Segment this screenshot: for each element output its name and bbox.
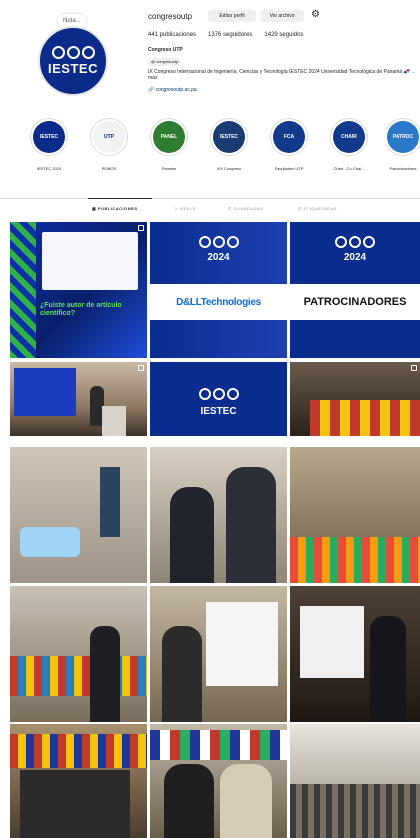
post-tile[interactable]: [150, 586, 287, 722]
profile-link-text: congresoutp.ac.pa: [155, 87, 197, 93]
post-tile[interactable]: [290, 724, 420, 838]
highlight-item[interactable]: IESTEC IESTEC 2024: [26, 118, 72, 171]
bio-text: IX Congreso Internacional de Ingeniería,…: [148, 69, 416, 81]
post-year: 2024: [207, 252, 230, 263]
highlight-cover: IESTEC: [213, 121, 245, 153]
post-tile[interactable]: [10, 724, 147, 838]
highlight-label: Patrocinadores: [389, 166, 417, 171]
pin-icon: [138, 225, 144, 231]
view-archive-button[interactable]: Ver archivo: [260, 10, 304, 22]
highlight-cover: PANEL: [153, 121, 185, 153]
highlight-label: Facultades UTP: [274, 166, 304, 171]
post-banner: PATROCINADORES: [290, 284, 420, 320]
following-count[interactable]: 1429 seguidos: [264, 32, 303, 38]
post-caption: IESTEC: [200, 406, 237, 417]
highlight-label: Chair - Co Chai...: [333, 166, 365, 171]
pin-icon: [411, 365, 417, 371]
tab-tagged[interactable]: ⊡ ETIQUETADAS: [298, 206, 337, 211]
post-tile[interactable]: [150, 447, 287, 583]
username: congresoutp: [148, 12, 193, 21]
highlight-cover: IESTEC: [33, 121, 65, 153]
post-tile[interactable]: [290, 362, 420, 436]
followers-count[interactable]: 1376 seguidores: [208, 32, 252, 38]
post-tile[interactable]: [10, 586, 147, 722]
highlight-label: IESTEC 2024: [36, 166, 62, 171]
highlight-item[interactable]: PANEL Paneles: [146, 118, 192, 171]
iestec-logo-icon: [51, 46, 95, 59]
highlight-item[interactable]: PATROC Patrocinadores: [386, 118, 420, 171]
profile-link[interactable]: 🔗 congresoutp.ac.pa: [148, 87, 197, 93]
tab-saved[interactable]: ⊡ GUARDADAS: [228, 206, 263, 211]
tab-divider: [0, 198, 420, 199]
highlight-label: Paneles: [161, 166, 177, 171]
threads-icon: @: [151, 59, 156, 64]
threads-badge[interactable]: @ congresoutp: [148, 58, 182, 66]
profile-stats: 441 publicaciones 1376 seguidores 1429 s…: [148, 32, 303, 38]
highlight-cover: UTP: [93, 121, 125, 153]
pin-icon: [138, 365, 144, 371]
highlight-cover: CHAIR: [333, 121, 365, 153]
tab-posts[interactable]: ▦ PUBLICACIONES: [92, 206, 138, 211]
full-name: Congreso UTP: [148, 47, 183, 53]
settings-gear-icon[interactable]: ⚙: [311, 8, 320, 22]
highlight-item[interactable]: IESTEC VIII Congreso: [206, 118, 252, 171]
post-tile[interactable]: [150, 724, 287, 838]
threads-handle: congresoutp: [156, 59, 179, 64]
highlight-item[interactable]: FCA Facultades UTP: [266, 118, 312, 171]
link-icon: 🔗: [148, 87, 156, 93]
active-tab-indicator: [88, 198, 152, 199]
post-tile[interactable]: [290, 586, 420, 722]
tab-reels[interactable]: ▷ REELS: [175, 206, 196, 211]
posts-count[interactable]: 441 publicaciones: [148, 32, 196, 38]
highlight-item[interactable]: UTP ROBOS: [86, 118, 132, 171]
post-tile[interactable]: 2024 PATROCINADORES: [290, 222, 420, 358]
highlight-item[interactable]: CHAIR Chair - Co Chai...: [326, 118, 372, 171]
avatar[interactable]: IESTEC: [38, 26, 108, 96]
highlight-label: ROBOS: [101, 166, 117, 171]
post-tile[interactable]: [290, 447, 420, 583]
highlight-label: VIII Congreso: [216, 166, 242, 171]
post-year: 2024: [343, 252, 367, 263]
highlight-cover: PATROC: [387, 121, 419, 153]
avatar-text: IESTEC: [48, 61, 98, 76]
post-tile[interactable]: ¿Fuiste autor de artículo científico?: [10, 222, 147, 358]
highlight-cover: FCA: [273, 121, 305, 153]
post-caption: ¿Fuiste autor de artículo científico?: [40, 302, 122, 317]
edit-profile-button[interactable]: Editar perfil: [208, 10, 256, 22]
post-tile[interactable]: [10, 362, 147, 436]
post-tile[interactable]: 2024 D&LLTechnologies: [150, 222, 287, 358]
post-banner: D&LLTechnologies: [150, 284, 287, 320]
post-tile[interactable]: [10, 447, 147, 583]
post-tile[interactable]: IESTEC: [150, 362, 287, 436]
